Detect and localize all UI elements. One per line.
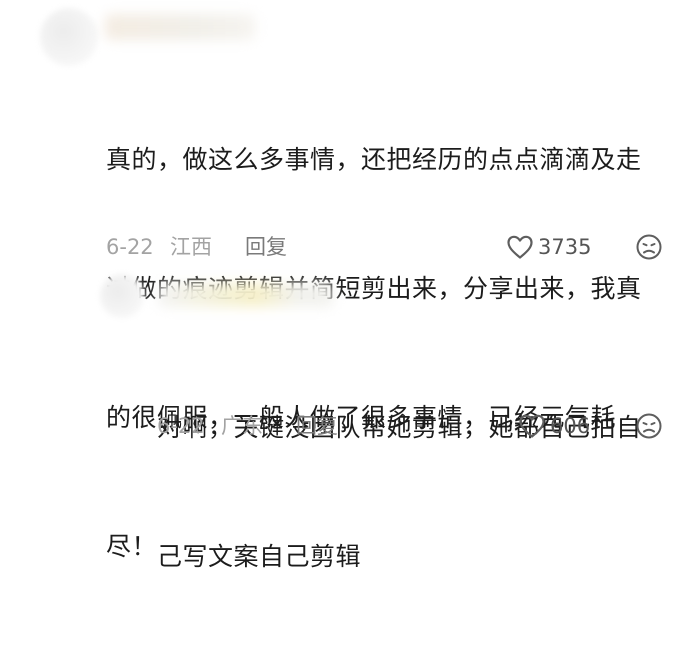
- comment-location: 江西: [170, 235, 212, 259]
- reply-button[interactable]: 回复: [296, 412, 338, 440]
- comment-date: 6-22: [106, 235, 154, 259]
- like-count: 606: [550, 414, 591, 438]
- like-button[interactable]: 3735: [506, 233, 591, 261]
- username-blurred[interactable]: [158, 283, 333, 307]
- sad-face-icon[interactable]: [635, 233, 663, 261]
- like-button[interactable]: 606: [518, 412, 590, 440]
- comment-text-line: 己写文案自己剪辑: [157, 542, 362, 571]
- sad-face-icon[interactable]: [635, 412, 663, 440]
- comment-text: 对啊，关键没团队帮她剪辑，她都自己拍自 己写文案自己剪辑: [157, 320, 677, 664]
- like-count: 3735: [538, 235, 592, 259]
- heart-outline-icon: [506, 234, 534, 260]
- comment-text-line: 真的，做这么多事情，还把经历的点点滴滴及走: [106, 145, 642, 174]
- comment-location: 广东: [221, 414, 263, 438]
- avatar[interactable]: [40, 8, 98, 66]
- avatar[interactable]: [100, 274, 144, 318]
- comment-date: 6-22: [157, 414, 205, 438]
- reply-button[interactable]: 回复: [245, 233, 287, 261]
- username-blurred[interactable]: [105, 14, 255, 40]
- heart-outline-icon: [518, 413, 546, 439]
